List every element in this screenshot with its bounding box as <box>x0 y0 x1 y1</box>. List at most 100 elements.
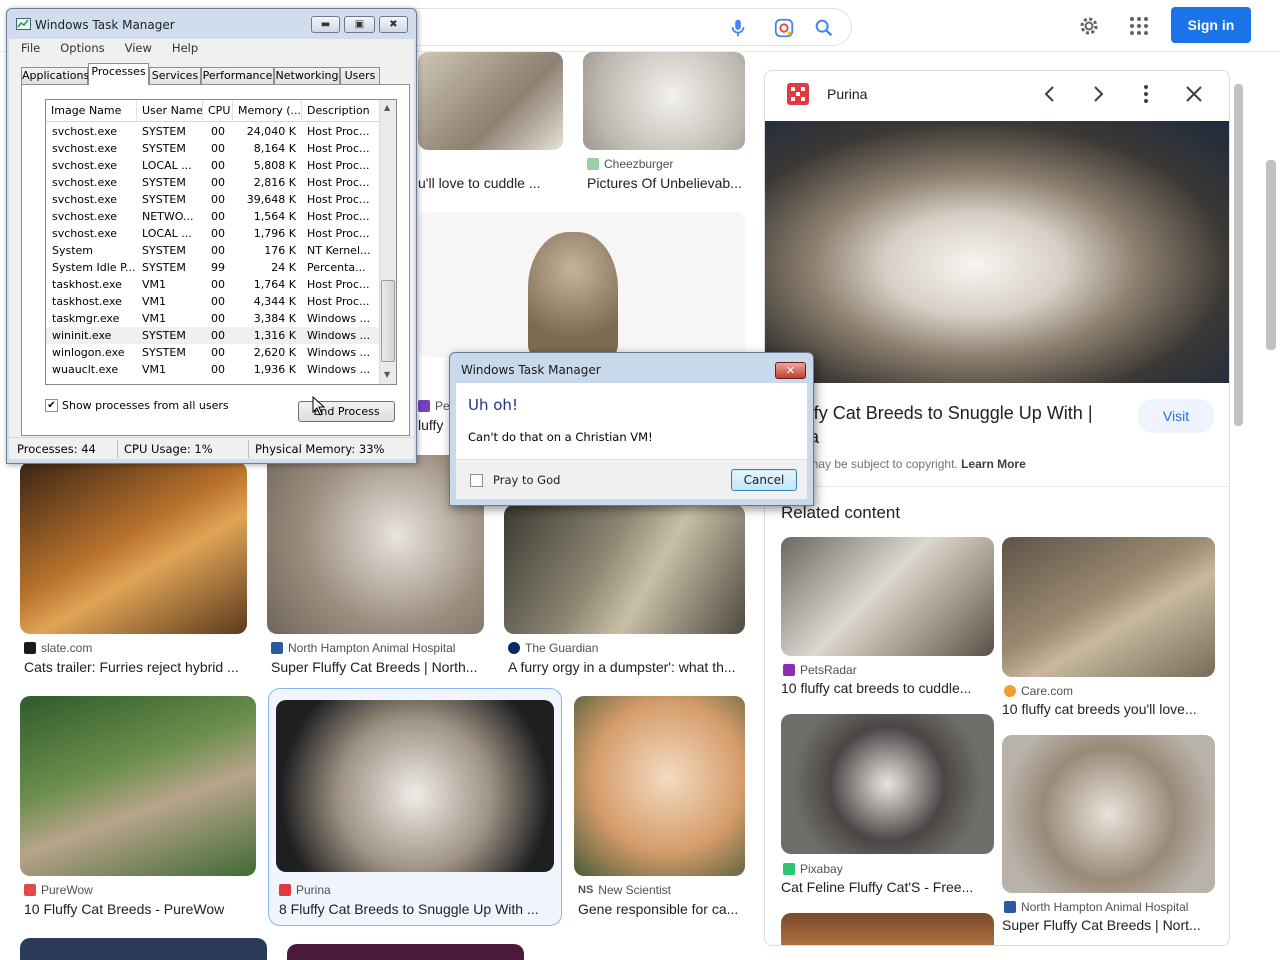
image-thumbnail[interactable] <box>504 505 745 634</box>
image-thumbnail[interactable] <box>20 462 247 634</box>
image-thumbnail[interactable] <box>418 52 563 150</box>
panel-source[interactable]: Purina <box>827 86 867 102</box>
column-cpu[interactable]: CPU <box>203 100 233 122</box>
column-memory[interactable]: Memory (... <box>233 100 302 122</box>
related-title[interactable]: Cat Feline Fluffy Cat'S - Free... <box>781 879 994 895</box>
menu-options[interactable]: Options <box>48 39 112 57</box>
related-thumbnail[interactable] <box>1002 537 1215 677</box>
related-title[interactable]: 10 fluffy cat breeds to cuddle... <box>781 680 994 696</box>
sign-in-button[interactable]: Sign in <box>1171 7 1251 43</box>
close-icon[interactable] <box>1183 83 1205 105</box>
process-row[interactable]: taskhost.exe VM1 00 4,344 K Host Proc... <box>46 293 379 310</box>
related-source[interactable]: PetsRadar <box>783 663 857 677</box>
learn-more-link[interactable]: Learn More <box>961 457 1026 471</box>
process-row[interactable]: svchost.exe SYSTEM 00 24,040 K Host Proc... <box>46 123 379 140</box>
checkbox-icon[interactable]: ✔ <box>45 399 58 412</box>
preview-title[interactable]: uffy Cat Breeds to Snuggle Up With | na <box>799 401 1129 449</box>
related-title[interactable]: Super Fluffy Cat Breeds | Nort... <box>1002 917 1215 933</box>
menu-file[interactable]: File <box>9 39 48 57</box>
image-title[interactable]: 8 Fluffy Cat Breeds to Snuggle Up With .… <box>279 901 549 917</box>
related-source[interactable]: North Hampton Animal Hospital <box>1004 900 1188 914</box>
image-source[interactable]: North Hampton Animal Hospital <box>271 641 455 655</box>
related-thumbnail[interactable] <box>781 537 994 656</box>
show-all-users-checkbox[interactable]: ✔ Show processes from all users <box>45 399 229 412</box>
image-source[interactable]: NS New Scientist <box>578 883 671 897</box>
image-title[interactable]: Pictures Of Unbelievab... <box>587 175 745 191</box>
related-thumbnail[interactable] <box>781 913 994 945</box>
related-title[interactable]: 10 fluffy cat breeds you'll love... <box>1002 701 1215 717</box>
process-row[interactable]: wuauclt.exe VM1 00 1,936 K Windows ... <box>46 361 379 378</box>
process-row[interactable]: svchost.exe SYSTEM 00 39,648 K Host Proc... <box>46 191 379 208</box>
image-thumbnail[interactable] <box>287 944 524 960</box>
image-title[interactable]: Super Fluffy Cat Breeds | North... <box>271 659 483 675</box>
image-title-partial[interactable]: luffy <box>418 417 448 433</box>
previous-icon[interactable] <box>1039 83 1061 105</box>
process-row[interactable]: winlogon.exe SYSTEM 00 2,620 K Windows ... <box>46 344 379 361</box>
process-row[interactable]: svchost.exe LOCAL ... 00 5,808 K Host Proc..… <box>46 157 379 174</box>
pray-checkbox[interactable]: Pray to God <box>470 473 560 487</box>
visit-button[interactable]: Visit <box>1137 399 1215 433</box>
related-source[interactable]: Care.com <box>1004 684 1073 698</box>
image-title[interactable]: 10 Fluffy Cat Breeds - PureWow <box>24 901 254 917</box>
image-title[interactable]: Cats trailer: Furries reject hybrid ... <box>24 659 244 675</box>
image-thumbnail[interactable] <box>574 696 745 876</box>
process-row[interactable]: wininit.exe SYSTEM 00 1,316 K Windows ... <box>46 327 379 344</box>
tab-networking[interactable]: Networking <box>274 67 340 85</box>
process-row[interactable]: System SYSTEM 00 176 K NT Kernel... <box>46 242 379 259</box>
image-thumbnail[interactable] <box>20 696 256 876</box>
page-scrollbar[interactable] <box>1266 160 1276 350</box>
image-source[interactable]: Cheezburger <box>587 157 673 171</box>
scroll-up-icon[interactable]: ▲ <box>384 103 390 112</box>
checkbox-icon[interactable] <box>470 473 483 487</box>
image-thumbnail[interactable] <box>418 212 745 357</box>
image-thumbnail[interactable] <box>20 938 267 960</box>
apps-icon[interactable] <box>1127 14 1151 38</box>
lens-icon[interactable] <box>773 17 795 39</box>
menu-help[interactable]: Help <box>160 39 206 57</box>
scroll-down-icon[interactable]: ▼ <box>384 370 390 379</box>
cancel-button[interactable]: Cancel <box>731 469 797 491</box>
column-image-name[interactable]: Image Name <box>46 100 137 122</box>
related-source[interactable]: Pixabay <box>783 862 843 876</box>
maximize-button[interactable]: ▣ <box>344 16 375 33</box>
tab-applications[interactable]: Applications <box>21 67 89 85</box>
search-icon[interactable] <box>813 17 835 39</box>
process-row[interactable]: taskmgr.exe VM1 00 3,384 K Windows ... <box>46 310 379 327</box>
process-row[interactable]: taskhost.exe VM1 00 1,764 K Host Proc... <box>46 276 379 293</box>
image-source[interactable]: PureWow <box>24 883 93 897</box>
related-thumbnail[interactable] <box>1002 735 1215 893</box>
process-list[interactable]: Image Name User Name CPU Memory (... Des… <box>45 99 397 385</box>
process-row[interactable]: svchost.exe LOCAL ... 00 1,796 K Host Proc..… <box>46 225 379 242</box>
tab-services[interactable]: Services <box>149 67 201 85</box>
dialog-close-button[interactable]: ✕ <box>775 362 806 379</box>
scrollbar-thumb[interactable] <box>381 280 395 362</box>
next-icon[interactable] <box>1087 83 1109 105</box>
minimize-button[interactable]: ▬ <box>311 16 340 33</box>
column-user-name[interactable]: User Name <box>137 100 203 122</box>
column-description[interactable]: Description <box>302 100 379 122</box>
related-thumbnail[interactable] <box>781 714 994 854</box>
tab-processes[interactable]: Processes <box>88 63 149 85</box>
image-title[interactable]: u'll love to cuddle ... <box>418 175 558 191</box>
tab-performance[interactable]: Performance <box>201 67 274 85</box>
process-row[interactable]: svchost.exe SYSTEM 00 2,816 K Host Proc... <box>46 174 379 191</box>
image-title[interactable]: A furry orgy in a dumpster': what th... <box>508 659 744 675</box>
tab-users[interactable]: Users <box>340 67 380 85</box>
image-thumbnail[interactable] <box>276 700 554 872</box>
panel-scrollbar[interactable] <box>1234 84 1243 426</box>
menu-view[interactable]: View <box>113 39 160 57</box>
more-options-icon[interactable] <box>1135 83 1157 105</box>
image-source[interactable]: The Guardian <box>508 641 598 655</box>
close-button[interactable]: ✖ <box>379 16 408 33</box>
settings-icon[interactable] <box>1077 14 1101 38</box>
image-thumbnail[interactable] <box>583 52 745 150</box>
process-row[interactable]: svchost.exe SYSTEM 00 8,164 K Host Proc... <box>46 140 379 157</box>
preview-image[interactable] <box>765 121 1229 383</box>
process-row[interactable]: svchost.exe NETWO... 00 1,564 K Host Proc... <box>46 208 379 225</box>
image-source[interactable]: Purina <box>279 883 331 897</box>
process-list-scrollbar[interactable]: ▲ ▼ <box>379 100 396 384</box>
image-source[interactable]: slate.com <box>24 641 92 655</box>
mic-icon[interactable] <box>727 17 749 39</box>
image-title[interactable]: Gene responsible for ca... <box>578 901 743 917</box>
process-row[interactable]: System Idle P... SYSTEM 99 24 K Percenta... <box>46 259 379 276</box>
